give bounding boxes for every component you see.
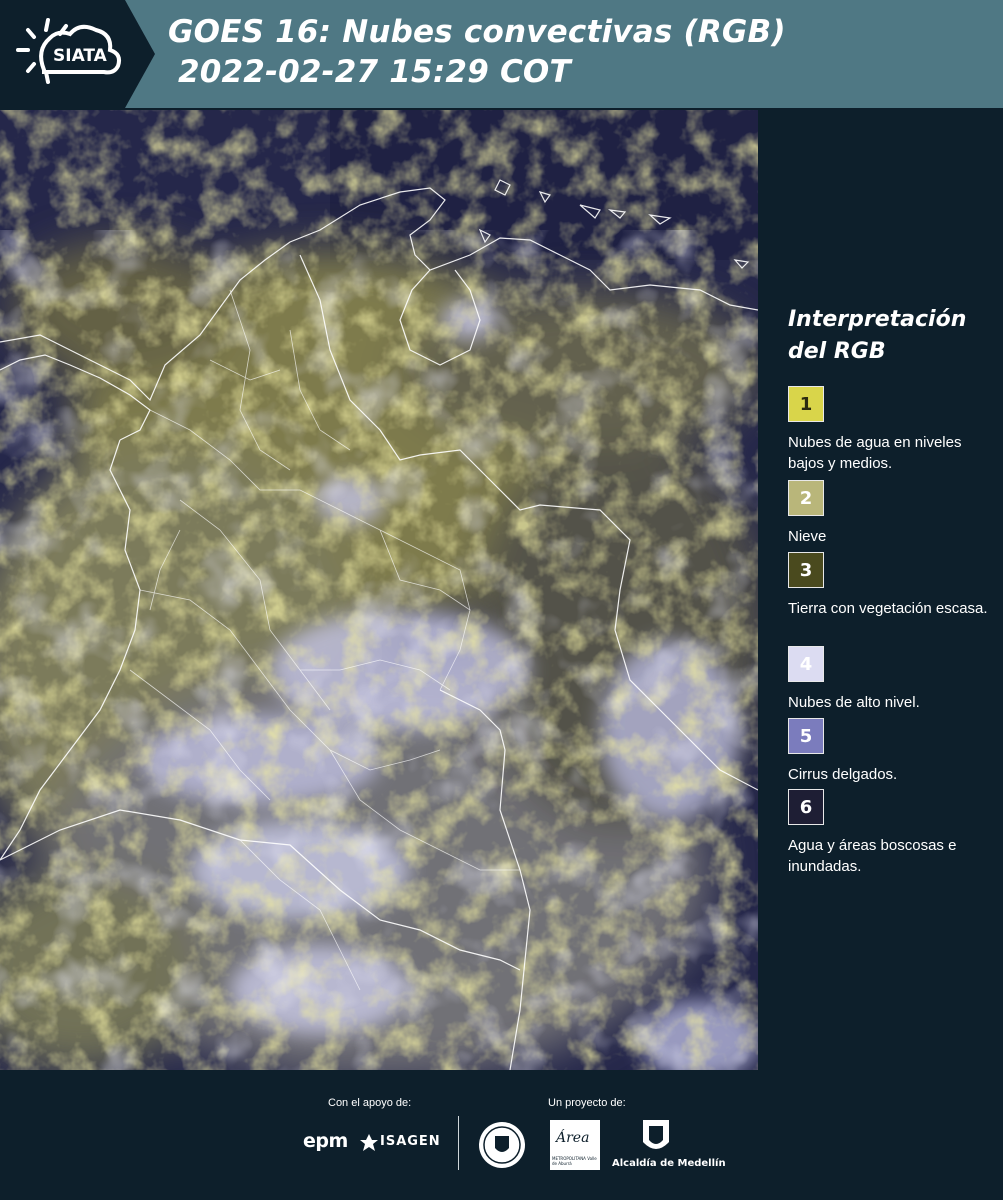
footer-divider [458, 1116, 459, 1170]
legend-item-6: 6 Agua y áreas boscosas e inundadas. [788, 789, 998, 877]
siata-logo-text: SIATA [53, 46, 107, 66]
legend-swatch-2: 2 [788, 480, 824, 516]
legend-label: Nubes de agua en niveles bajos y medios. [788, 434, 962, 472]
legend-label: Nieve [788, 528, 827, 545]
legend-label: Agua y áreas boscosas e inundadas. [788, 837, 957, 875]
legend-item-4: 4 Nubes de alto nivel. [788, 646, 998, 713]
legend-title: Interpretación del RGB [788, 307, 967, 364]
legend-swatch-1: 1 [788, 386, 824, 422]
legend-swatch-5: 5 [788, 718, 824, 754]
siata-logo: SIATA [0, 0, 155, 108]
legend-label: Nubes de alto nivel. [788, 694, 920, 711]
legend-number: 2 [799, 487, 813, 509]
project-label: Un proyecto de: [548, 1097, 626, 1109]
medellin-seal-icon [479, 1122, 525, 1168]
legend-label: Tierra con vegetación escasa. [788, 600, 988, 617]
epm-logo: epm [303, 1130, 348, 1152]
legend-number: 3 [799, 559, 813, 581]
legend-swatch-3: 3 [788, 552, 824, 588]
footer: Con el apoyo de: Un proyecto de: epm ISA… [0, 1070, 1003, 1200]
legend-swatch-6: 6 [788, 789, 824, 825]
area-logo-subtitle: METROPOLITANA Valle de Aburrá [552, 1156, 597, 1166]
legend-number: 4 [799, 653, 813, 675]
header-bar: SIATA GOES 16: Nubes convectivas (RGB) 2… [0, 0, 1003, 108]
timestamp-title: 2022-02-27 15:29 COT [178, 54, 571, 90]
legend-number: 5 [799, 725, 813, 747]
legend-number: 6 [799, 796, 813, 818]
legend-item-5: 5 Cirrus delgados. [788, 718, 998, 785]
satellite-map [0, 110, 758, 1070]
legend-label: Cirrus delgados. [788, 766, 898, 783]
isagen-logo: ISAGEN [380, 1134, 441, 1149]
support-label: Con el apoyo de: [328, 1097, 412, 1109]
isagen-logo-icon [360, 1134, 378, 1151]
legend-item-1: 1 Nubes de agua en niveles bajos y medio… [788, 386, 998, 474]
page-title: GOES 16: Nubes convectivas (RGB) [168, 14, 786, 50]
legend-number: 1 [799, 393, 813, 415]
alcaldia-shield-icon [643, 1120, 669, 1149]
area-metropolitana-logo: Área METROPOLITANA Valle de Aburrá [550, 1120, 600, 1170]
area-logo-text: Área [556, 1130, 590, 1146]
legend-item-2: 2 Nieve [788, 480, 998, 547]
legend-panel: Interpretación del RGB 1 Nubes de agua e… [760, 110, 1003, 1070]
legend-item-3: 3 Tierra con vegetación escasa. [788, 552, 998, 619]
alcaldia-label: Alcaldía de Medellín [612, 1158, 726, 1169]
legend-swatch-4: 4 [788, 646, 824, 682]
